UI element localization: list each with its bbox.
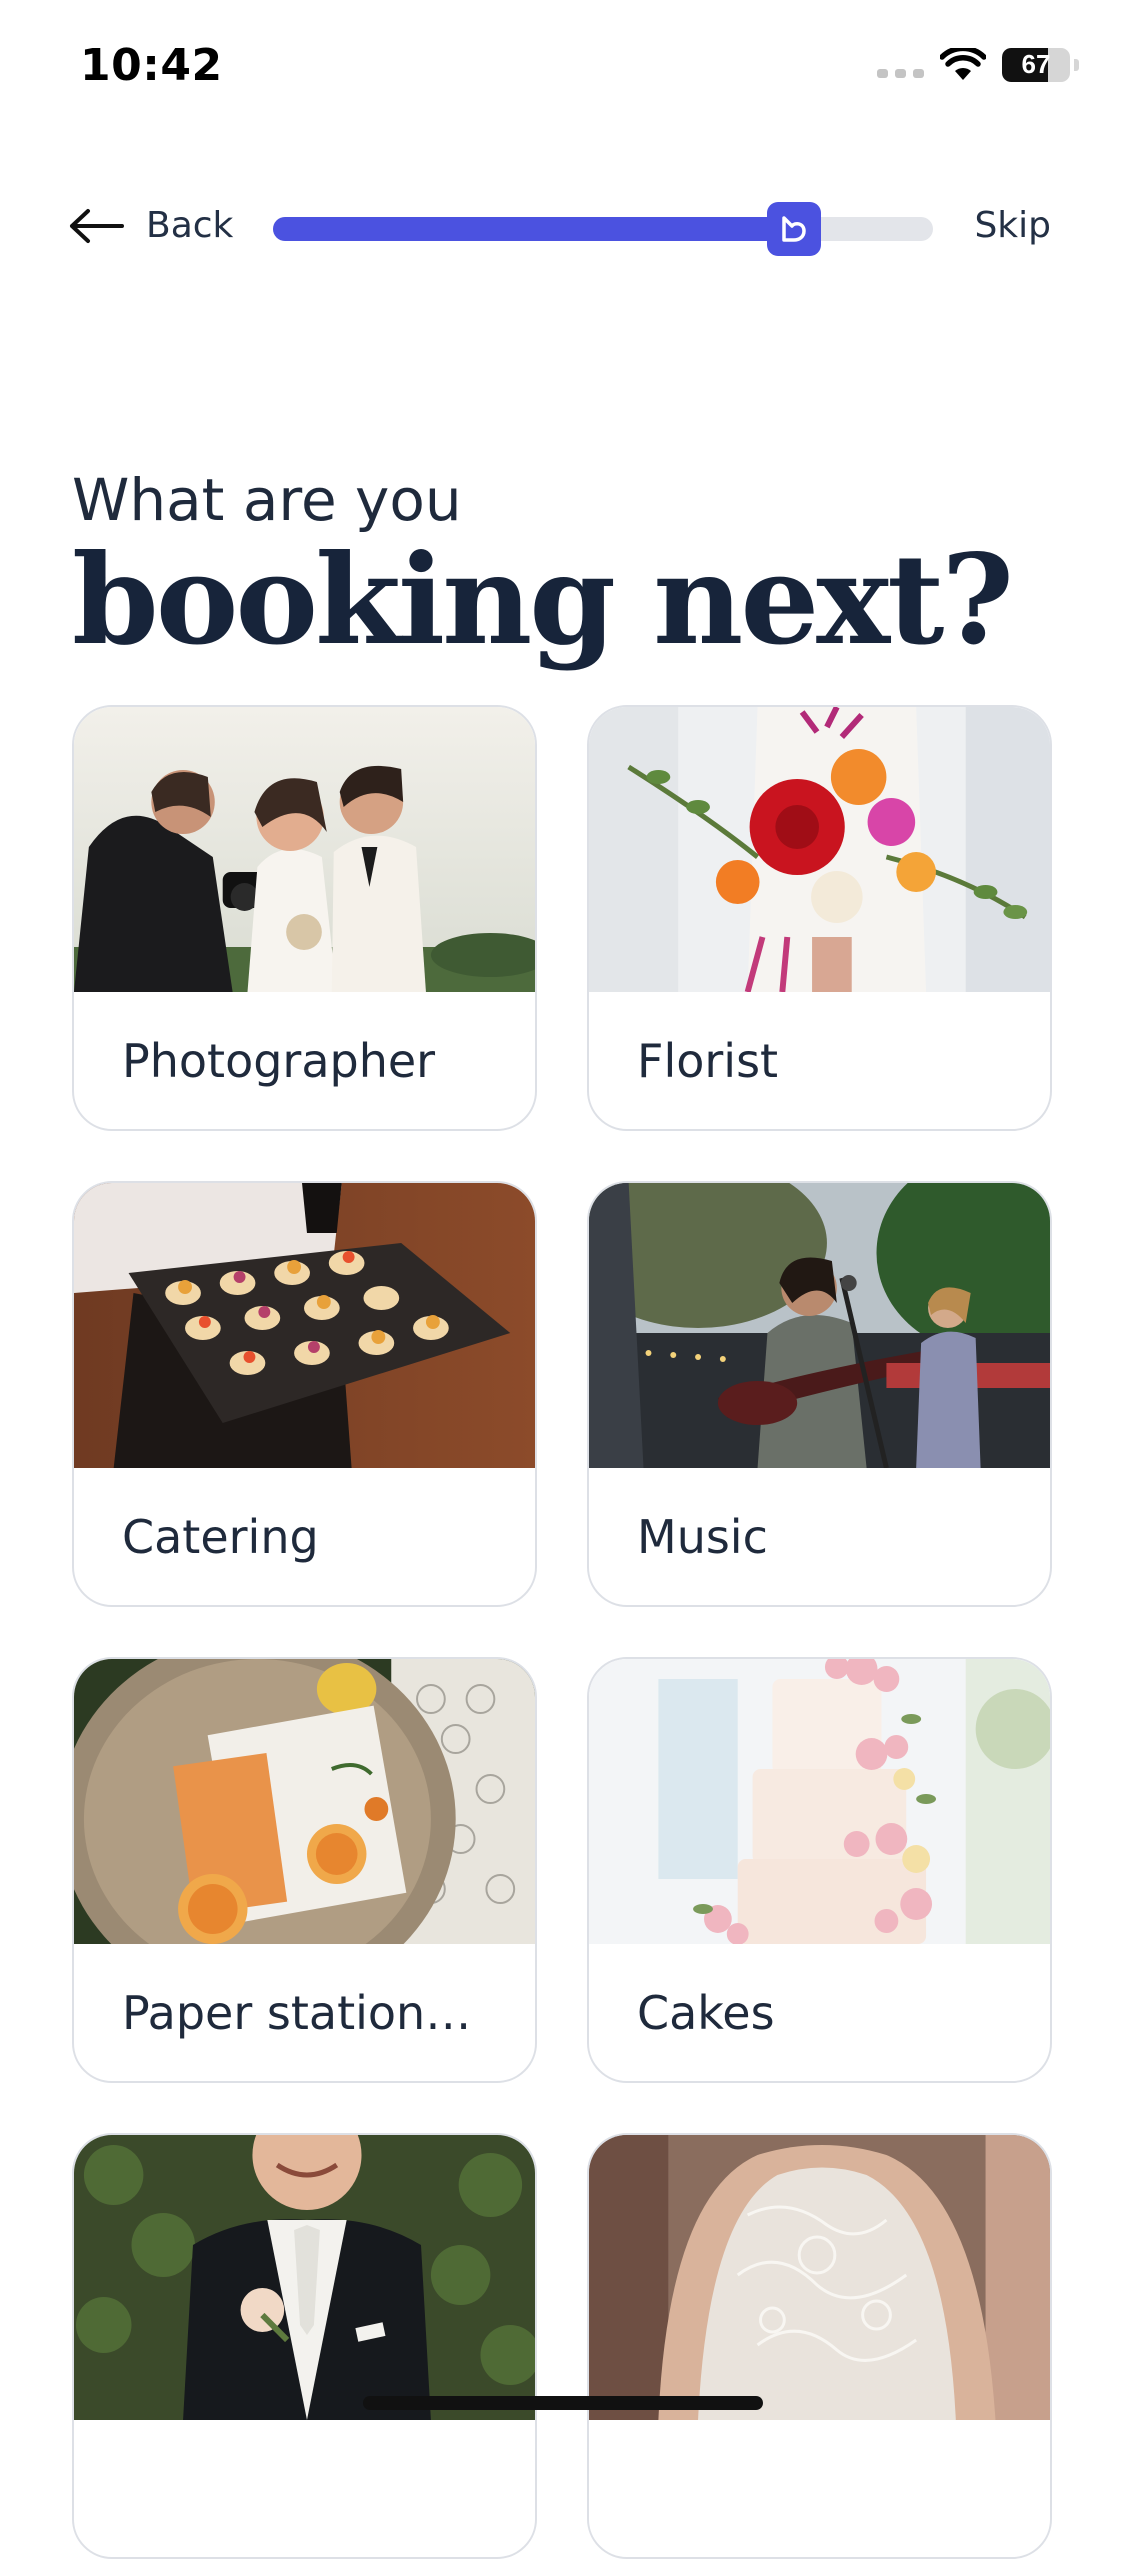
wifi-icon [940,48,986,80]
dress-image [589,2135,1050,2420]
cellular-signal-icon [877,68,924,78]
category-card-cakes[interactable]: Cakes [587,1657,1052,2083]
category-grid: Photographer Florist Catering Music Pape… [72,705,1052,2559]
category-card-music[interactable]: Music [587,1181,1052,1607]
catering-image [74,1183,535,1468]
brand-logo-icon [782,216,807,242]
category-card-photographer[interactable]: Photographer [72,705,537,1131]
home-indicator[interactable] [363,2396,763,2410]
progress-knob [767,202,822,256]
status-icons: 67 [877,48,1079,82]
category-card-attire[interactable] [72,2133,537,2559]
category-label: Cakes [637,1986,775,2040]
category-card-catering[interactable]: Catering [72,1181,537,1607]
category-label: Florist [637,1034,779,1088]
attire-image [74,2135,535,2420]
florist-image [589,707,1050,992]
cakes-image [589,1659,1050,1944]
heading-subtitle: What are you [72,466,462,534]
skip-button[interactable]: Skip [974,205,1051,246]
back-button[interactable]: Back [68,205,233,246]
progress-fill [273,217,795,241]
page-heading: What are you booking next? [72,465,1014,673]
category-label: Photographer [122,1034,436,1088]
category-card-paper-stationery[interactable]: Paper statione... [72,1657,537,2083]
paper-stationery-image [74,1659,535,1944]
battery-nub [1074,59,1079,71]
page-title: booking next? [72,528,1014,673]
photographer-image [74,707,535,992]
status-time: 10:42 [80,40,223,91]
status-bar: 10:42 67 [0,0,1125,130]
category-label [74,2420,535,2557]
battery-level: 67 [1021,49,1051,79]
music-image [589,1183,1050,1468]
progress-bar [273,202,933,256]
top-navigation: Back Skip [0,190,1125,270]
category-card-florist[interactable]: Florist [587,705,1052,1131]
category-label: Music [637,1510,768,1564]
category-card-dress[interactable] [587,2133,1052,2559]
category-label: Catering [122,1510,319,1564]
category-label: Paper statione... [122,1986,498,2040]
battery-icon: 67 [1002,48,1070,82]
category-label [589,2420,1050,2557]
back-label: Back [146,205,234,246]
arrow-left-icon [70,208,124,243]
